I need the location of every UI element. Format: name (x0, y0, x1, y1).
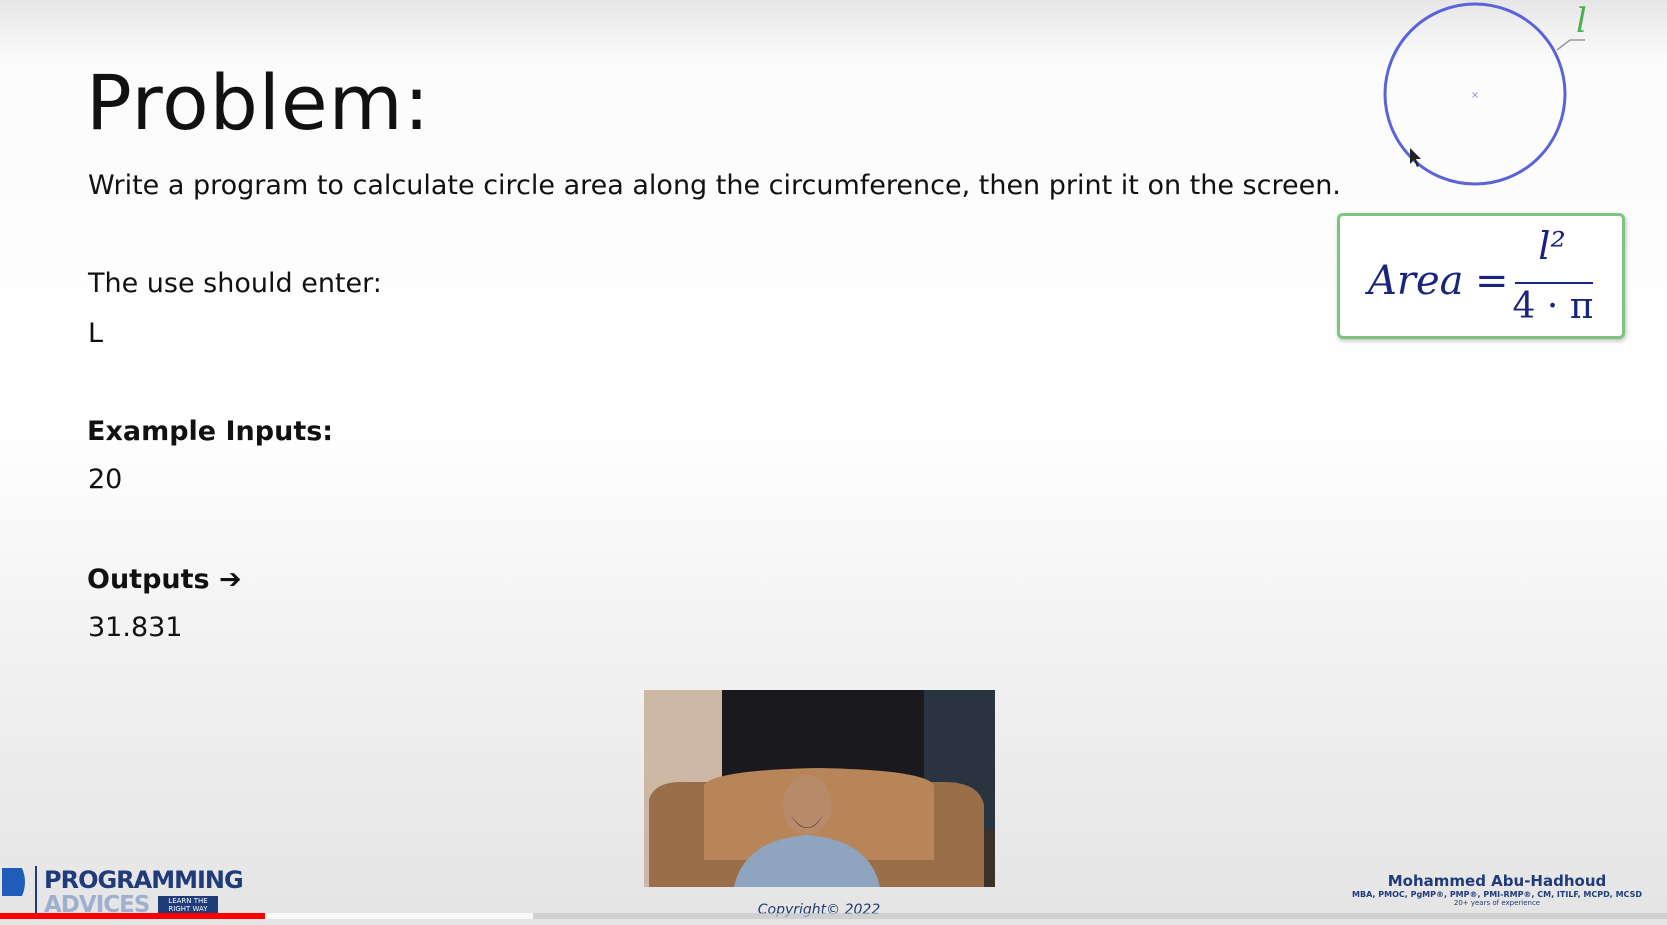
area-formula-box: Area = l² 4 · π (1337, 213, 1625, 339)
outputs-label: Outputs ➔ (87, 564, 242, 595)
presenter-webcam (644, 690, 995, 887)
code-brackets-icon (2, 868, 25, 896)
author-name: Mohammed Abu-Hadhoud (1387, 872, 1607, 890)
formula-fraction-bar (1515, 282, 1593, 284)
logo-tagline: LEARN THE RIGHT WAY (158, 896, 218, 914)
formula-equals: = (1475, 258, 1509, 304)
problem-description: Write a program to calculate circle area… (88, 170, 1341, 201)
webcam-person-head (783, 775, 831, 835)
author-credentials: MBA, PMOC, PgMP®, PMP®, PMI-RMP®, CM, IT… (1352, 890, 1642, 899)
circle-diagram: × l (1383, 1, 1587, 186)
circle-center-mark: × (1471, 90, 1479, 101)
formula-numerator: l² (1538, 224, 1566, 268)
circumference-pointer (1556, 39, 1571, 51)
outputs-value: 31.831 (88, 612, 183, 643)
formula-denominator: 4 · π (1512, 286, 1594, 327)
input-prompt-label: The use should enter: (88, 268, 382, 299)
example-inputs-value: 20 (88, 464, 123, 495)
logo-wordmark: PROGRAMMING (44, 866, 244, 894)
author-experience: 20+ years of experience (1453, 899, 1541, 907)
video-progress-played (0, 913, 266, 919)
formula-lhs: Area (1368, 258, 1464, 304)
example-inputs-label: Example Inputs: (87, 416, 334, 447)
slide-title: Problem: (86, 58, 431, 147)
input-prompt-value: L (88, 318, 104, 349)
author-block: Mohammed Abu-Hadhoud MBA, PMOC, PgMP®, P… (1330, 872, 1664, 907)
circumference-label: l (1576, 1, 1587, 41)
